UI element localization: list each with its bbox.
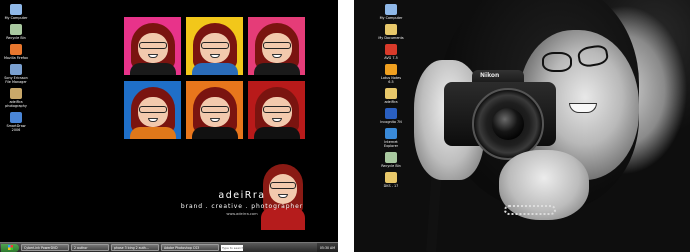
avatar-tile [124,17,181,75]
desktop-icon-label: Recycle Bin [6,36,26,40]
desktop-icon-documents-folder[interactable]: My Documents [378,24,404,40]
avatar-glasses [138,42,167,49]
desktop-icon-label: Lotus Notes 6.5 [380,76,402,84]
smartdraw-icon [10,112,22,123]
desktop-icon-label: Incognito 7N [380,120,402,124]
avatar-glasses [200,106,229,113]
desktop-icon-computer[interactable]: My Computer [3,4,29,20]
avatar-tile [248,81,305,139]
desktop-icon-recycle-bin[interactable]: Recycle Bin [3,24,29,40]
brand-name: adeiRra [218,190,266,201]
desktop-icon-label: My Computer [4,16,28,20]
brand-tagline: brand . creative . photographer [180,203,304,210]
desktop-icon-label: adeiRra [384,100,398,104]
eyeglasses-left-lens [542,52,572,72]
desktop-icon-label: AVG 7.5 [384,56,398,60]
wallpaper-bracelet [504,205,556,215]
computer-icon [385,4,397,15]
avatar-shirt [253,63,300,75]
desktop-icon-label: SmartDraw 2006 [6,124,26,132]
desktop-icon-file-manager[interactable]: Sony Ericsson File Manager [3,64,29,84]
recycle-bin-icon [10,24,22,35]
lotus-notes-icon [385,64,397,75]
desktop-icon-lotus-notes[interactable]: Lotus Notes 6.5 [378,64,404,84]
desktop-icon-label: adeiRra photography [5,100,27,108]
desktop-icon-label: Recycle Bin [381,164,401,168]
desktop-icon-smartdraw[interactable]: SmartDraw 2006 [3,112,29,132]
taskbar-item[interactable]: phase 3 bing 2 auth... [111,244,159,251]
desktop-icon-avg[interactable]: AVG 7.5 [378,44,404,60]
desktop-icon-label: Internet Explorer [383,140,399,148]
taskbar-item[interactable]: 2 author [71,244,109,251]
desktop-icon-label: DKS - 17 [383,184,399,188]
folder-icon [385,172,397,183]
left-desktop-icons: My Computer Recycle Bin Mozilla Firefox Son… [3,4,29,136]
incognito-icon [385,108,397,119]
taskbar-item[interactable]: CyberLink PowerDVD [21,244,69,251]
left-desktop-screenshot: My Computer Recycle Bin Mozilla Firefox Son… [0,0,338,252]
desktop-icon-firefox[interactable]: Mozilla Firefox [3,44,29,60]
avg-icon [385,44,397,55]
avatar-tile [124,81,181,139]
brand-block: adeiRra brand . creative . photographer … [172,190,312,216]
photo-folder-icon [10,88,22,99]
windows-flag-icon [7,245,13,250]
internet-explorer-icon [385,128,397,139]
desktop-icon-label: My Documents [378,36,404,40]
recycle-bin-icon [385,152,397,163]
avatar-glasses [200,42,229,49]
desktop-icon-internet-explorer[interactable]: Internet Explorer [378,128,404,148]
right-desktop-icons: My Computer My Documents AVG 7.5 Lotus Note… [378,4,404,192]
taskbar-item[interactable]: Adobe Photoshop CS3 [161,244,219,251]
desktop-icon-incognito[interactable]: Incognito 7N [378,108,404,124]
firefox-icon [10,44,22,55]
desktop-icon-photo-folder[interactable]: adeiRra photography [3,88,29,108]
camera-lens-glass [492,108,524,140]
avatar-shirt [129,63,176,75]
avatar-glasses [138,106,167,113]
avatar-tile [248,17,305,75]
system-tray[interactable]: 05:30 AM [316,243,338,252]
avatar-shirt [191,63,238,75]
desktop-icon-computer[interactable]: My Computer [378,4,404,20]
avatar-tile [186,81,243,139]
file-manager-icon [10,64,22,75]
avatar-shirt [129,127,176,139]
clock: 05:30 AM [319,245,335,250]
computer-icon [10,4,22,15]
avatar-shirt [191,127,238,139]
taskbar-search-input[interactable]: Type to search [221,244,244,251]
desktop-icon-folder[interactable]: DKS - 17 [378,172,404,188]
desktop-icon-recycle-bin[interactable]: Recycle Bin [378,152,404,168]
desktop-icon-folder[interactable]: adeiRra [378,88,404,104]
start-button[interactable] [1,243,19,252]
documents-folder-icon [385,24,397,35]
desktop-icon-label: Mozilla Firefox [4,56,28,60]
camera-brand-label: Nikon [480,72,500,79]
avatar-shirt [253,127,300,139]
taskbar: CyberLink PowerDVD 2 author phase 3 bing… [0,242,338,252]
desktop-icon-label: Sony Ericsson File Manager [4,76,28,84]
brand-url: www.adeirra.com [226,212,258,216]
folder-icon [385,88,397,99]
avatar-glasses [262,42,291,49]
avatar-glasses [262,106,291,113]
right-desktop-screenshot: Nikon My Computer My Documents AVG 7.5 Lotu… [354,0,690,252]
desktop-icon-label: My Computer [379,16,403,20]
avatar-tile [186,17,243,75]
